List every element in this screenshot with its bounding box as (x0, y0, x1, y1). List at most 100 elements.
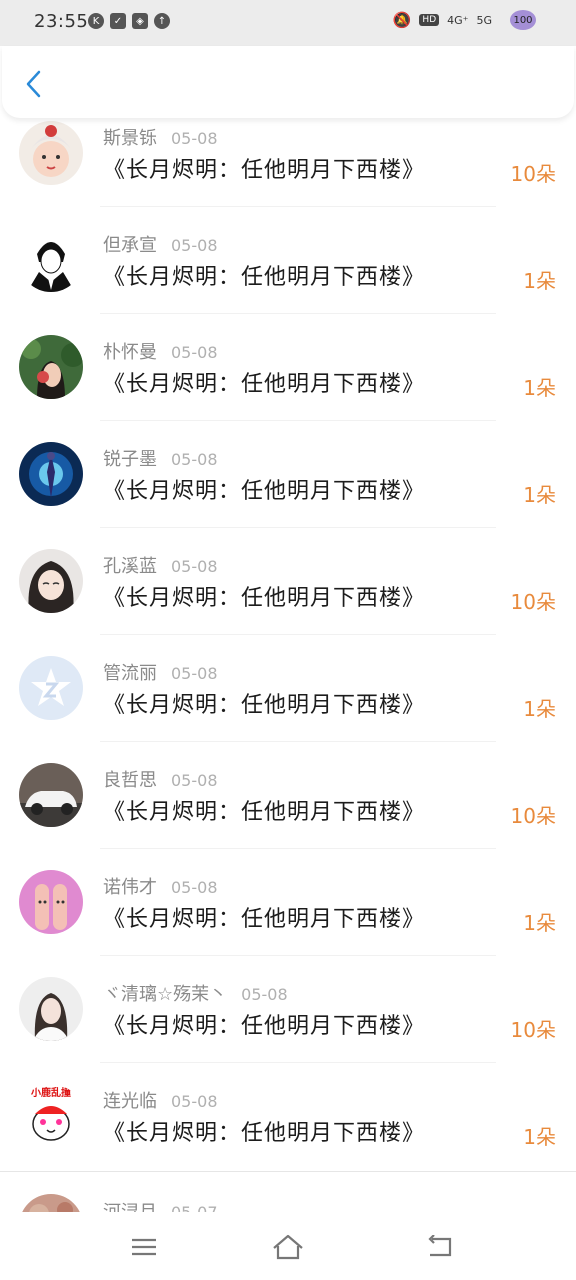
flower-count: 1朵 (523, 269, 556, 293)
divider (100, 955, 496, 956)
divider (100, 313, 496, 314)
system-nav-bar (0, 1212, 576, 1280)
sender-name-line: 连光临 05-08 (103, 1087, 218, 1113)
flower-count: 1朵 (523, 697, 556, 721)
sender-name: 连光临 (103, 1091, 157, 1112)
avatar-image: 小鹿乱撞 (19, 1084, 83, 1148)
avatar (19, 549, 83, 613)
divider (100, 527, 496, 528)
sender-name-line: 锐子墨 05-08 (103, 445, 218, 471)
avatar-image (19, 1194, 83, 1212)
divider (100, 741, 496, 742)
avatar: 小鹿乱撞 (19, 1084, 83, 1148)
send-date: 05-08 (171, 343, 218, 362)
sender-name-line: 诺伟才 05-08 (103, 873, 218, 899)
work-title: 《长月烬明：任他明月下西楼》 (103, 265, 426, 290)
default-qq-avatar-icon (19, 656, 83, 720)
menu-icon (132, 1238, 156, 1256)
divider (100, 206, 496, 207)
home-button[interactable] (268, 1230, 308, 1264)
signal-4g-icon: 4G⁺ (447, 13, 469, 27)
work-title: 《长月烬明：任他明月下西楼》 (103, 586, 426, 611)
divider (100, 634, 496, 635)
upload-icon: ↑ (154, 13, 170, 29)
avatar-image (19, 335, 83, 399)
work-title: 《长月烬明：任他明月下西楼》 (103, 907, 426, 932)
send-date: 05-08 (171, 771, 218, 790)
avatar-image (19, 549, 83, 613)
sender-name: 管流丽 (103, 663, 157, 684)
list-item[interactable]: 但承宣 05-08 《长月烬明：任他明月下西楼》 1朵 (0, 225, 576, 332)
header-bar (2, 46, 574, 118)
flower-count: 10朵 (510, 1018, 556, 1042)
send-date: 05-08 (171, 236, 218, 255)
app-store-icon: ◈ (132, 13, 148, 29)
send-date: 05-08 (171, 1092, 218, 1111)
divider (100, 848, 496, 849)
flower-count: 1朵 (523, 376, 556, 400)
chevron-left-icon (26, 70, 41, 98)
flower-count: 1朵 (523, 1125, 556, 1149)
flower-count: 10朵 (510, 590, 556, 614)
flower-count: 1朵 (523, 911, 556, 935)
avatar-image (19, 442, 83, 506)
list-item[interactable]: 良哲思 05-08 《长月烬明：任他明月下西楼》 10朵 (0, 760, 576, 867)
gift-record-list: 斯景铄 05-08 《长月烬明：任他明月下西楼》 10朵 但承宣 05-08 《长月… (0, 118, 576, 1212)
sender-name: 良哲思 (103, 770, 157, 791)
send-date: 05-08 (171, 450, 218, 469)
list-item[interactable]: ヾ清璃☆殇茉丶 05-08 《长月烬明：任他明月下西楼》 10朵 (0, 974, 576, 1081)
sender-name-line: ヾ清璃☆殇茉丶 05-08 (103, 980, 288, 1006)
sender-name-line: 孔溪蓝 05-08 (103, 552, 218, 578)
avatar-image (19, 870, 83, 934)
work-title: 《长月烬明：任他明月下西楼》 (103, 479, 426, 504)
flower-count: 10朵 (510, 804, 556, 828)
list-item[interactable]: 锐子墨 05-08 《长月烬明：任他明月下西楼》 1朵 (0, 439, 576, 546)
work-title: 《长月烬明：任他明月下西楼》 (103, 158, 426, 183)
list-item[interactable]: 孔溪蓝 05-08 《长月烬明：任他明月下西楼》 10朵 (0, 546, 576, 653)
avatar-image (19, 228, 83, 292)
sender-name: 朴怀曼 (103, 342, 157, 363)
hd-icon: HD (419, 14, 440, 26)
avatar (19, 977, 83, 1041)
signal-5g-icon: 5G (476, 13, 492, 27)
send-date: 05-08 (241, 985, 288, 1004)
work-title: 《长月烬明：任他明月下西楼》 (103, 1014, 426, 1039)
flower-count: 10朵 (510, 162, 556, 186)
send-date: 05-08 (171, 878, 218, 897)
avatar-image (19, 121, 83, 185)
sender-name-line: 良哲思 05-08 (103, 766, 218, 792)
k-app-icon: K (88, 13, 104, 29)
divider (100, 1062, 496, 1063)
avatar-sticker-text: 小鹿乱撞 (30, 1086, 71, 1099)
avatar (19, 656, 83, 720)
status-notification-icons: K ✓ ◈ ↑ (88, 13, 170, 29)
work-title: 《长月烬明：任他明月下西楼》 (103, 693, 426, 718)
sender-name: 但承宣 (103, 235, 157, 256)
mute-bell-icon: 🔕 (392, 11, 412, 29)
list-item[interactable]: 朴怀曼 05-08 《长月烬明：任他明月下西楼》 1朵 (0, 332, 576, 439)
list-item[interactable]: 管流丽 05-08 《长月烬明：任他明月下西楼》 1朵 (0, 653, 576, 760)
sender-name: 锐子墨 (103, 449, 157, 470)
avatar (19, 763, 83, 827)
sender-name-line: 斯景铄 05-08 (103, 124, 218, 150)
back-button[interactable] (18, 66, 48, 102)
send-date: 05-08 (171, 557, 218, 576)
status-bar: 23:55 K ✓ ◈ ↑ 🔕 HD 4G⁺ 5G 100 (0, 0, 576, 46)
back-icon (428, 1235, 452, 1257)
list-item[interactable]: 诺伟才 05-08 《长月烬明：任他明月下西楼》 1朵 (0, 867, 576, 974)
send-date: 05-08 (171, 129, 218, 148)
list-item[interactable]: 小鹿乱撞 连光临 05-08 《长月烬明：任他明月下西楼》 1朵 (0, 1081, 576, 1188)
back-nav-button[interactable] (420, 1230, 460, 1264)
avatar-image (19, 763, 83, 827)
avatar (19, 870, 83, 934)
list-item[interactable]: 斯景铄 05-08 《长月烬明：任他明月下西楼》 10朵 (0, 118, 576, 225)
avatar (19, 228, 83, 292)
work-title: 《长月烬明：任他明月下西楼》 (103, 1121, 426, 1146)
avatar (19, 121, 83, 185)
status-system-icons: 🔕 HD 4G⁺ 5G 100 (393, 10, 536, 30)
list-item[interactable]: 河浔月 05-07 (0, 1188, 576, 1212)
menu-button[interactable] (124, 1230, 164, 1264)
battery-icon: 100 (510, 10, 536, 30)
avatar (19, 1194, 83, 1212)
divider (100, 420, 496, 421)
